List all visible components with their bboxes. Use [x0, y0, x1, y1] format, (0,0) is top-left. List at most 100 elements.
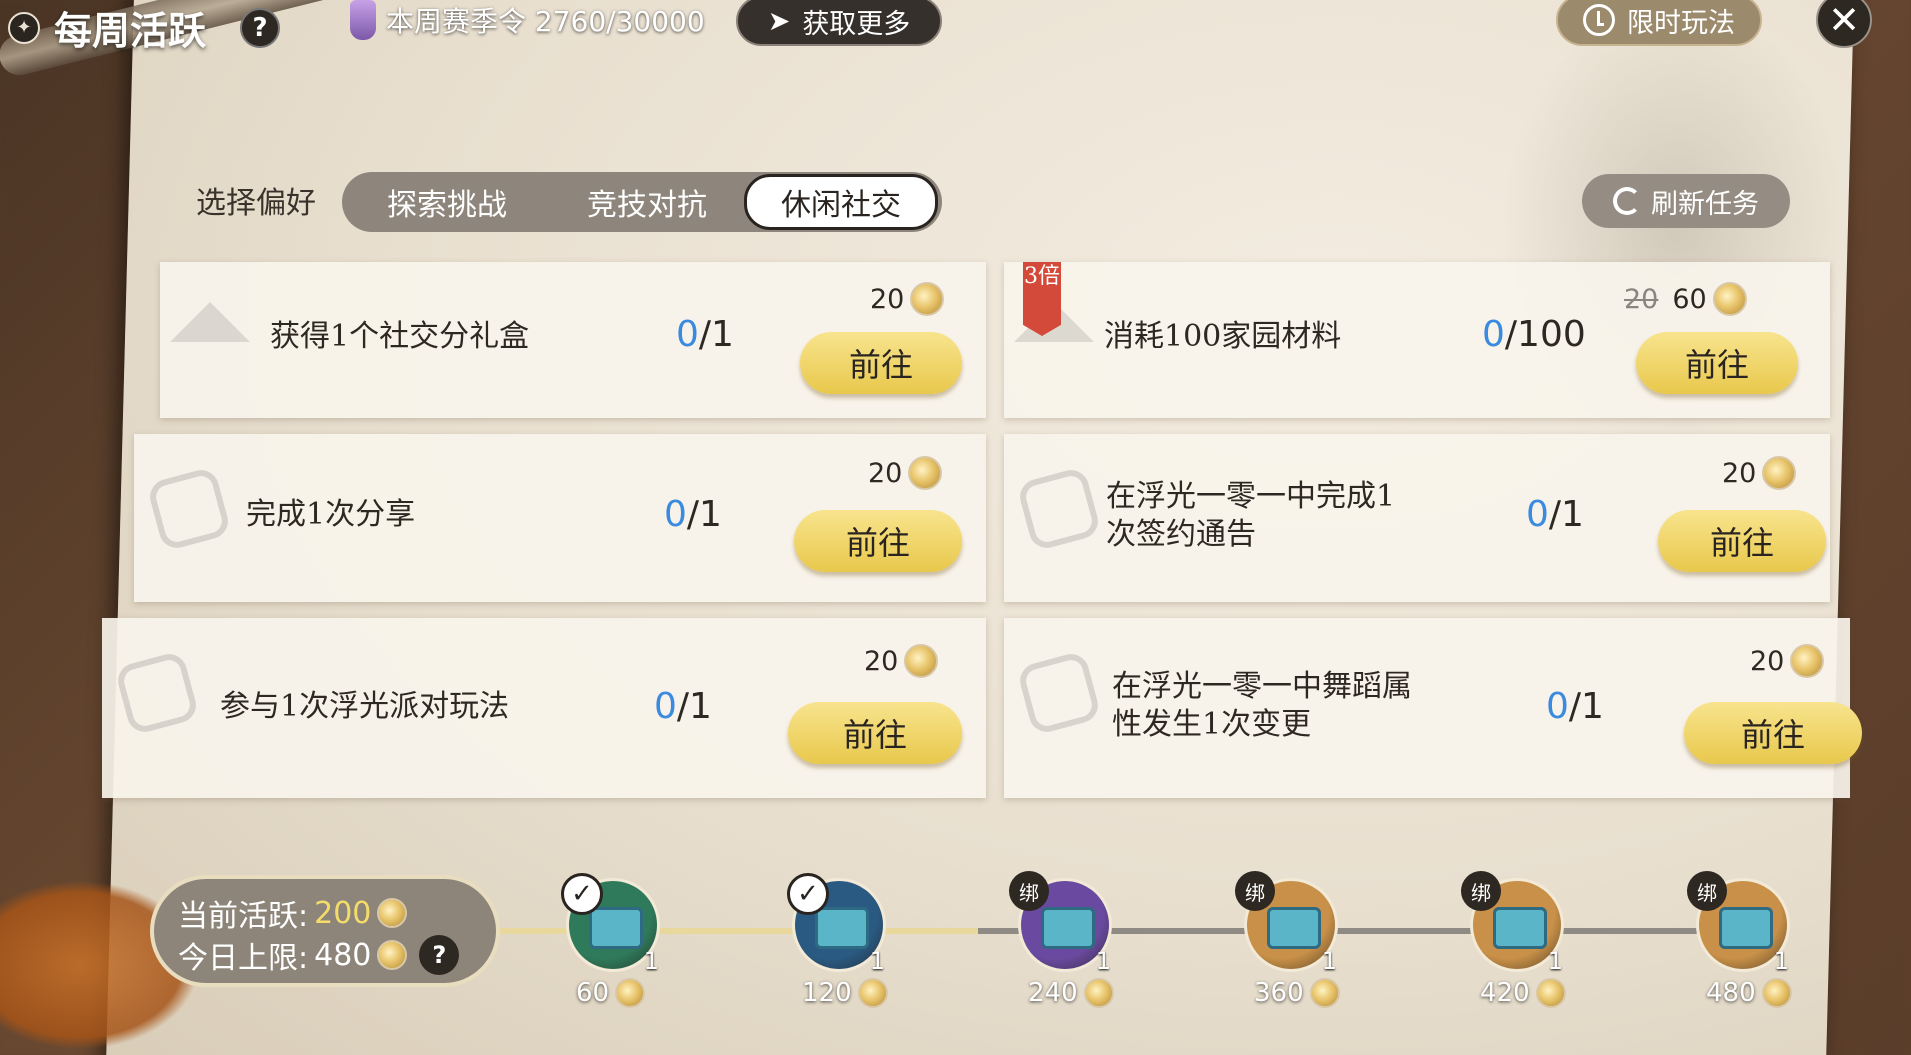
bound-badge: 绑 — [1009, 871, 1049, 911]
original-reward: 20 — [1624, 283, 1659, 315]
bound-badge: 绑 — [1235, 871, 1275, 911]
activity-coin-icon — [910, 282, 945, 316]
tab-competitive[interactable]: 竞技对抗 — [552, 176, 742, 228]
task-reward: 20 — [868, 456, 943, 490]
activity-coin-icon — [1790, 644, 1825, 678]
task-reward: 20 — [864, 644, 939, 678]
task-progress: 0/1 — [654, 686, 712, 727]
activity-coin-icon — [377, 940, 408, 970]
milestone-chest[interactable]: 1绑 — [1461, 871, 1564, 975]
activity-coin-icon — [904, 644, 939, 678]
milestone-value: 120 — [802, 978, 888, 1008]
limited-play-button[interactable]: 限时玩法 — [1556, 0, 1762, 46]
milestone-value: 60 — [576, 978, 646, 1008]
chest-count: 1 — [1095, 947, 1111, 975]
task-description: 完成1次分享 — [246, 497, 416, 532]
go-button[interactable]: 前往 — [1684, 702, 1862, 764]
help-button[interactable]: ? — [240, 7, 281, 48]
season-progress-label: 本周赛季令 2760/30000 — [386, 5, 705, 38]
task-progress: 0/1 — [664, 494, 722, 535]
milestone-value: 240 — [1028, 978, 1114, 1008]
milestone-chest[interactable]: 1 ✓ — [787, 873, 886, 975]
task-card: 消耗100家园材料 0/100 20 60 前往 — [1004, 262, 1830, 418]
activity-coin-icon — [1309, 978, 1340, 1008]
activity-coin-icon — [1762, 456, 1797, 490]
close-icon: ✕ — [1828, 0, 1860, 42]
refresh-icon — [1613, 187, 1641, 215]
dice-icon — [1016, 650, 1102, 736]
chest-count: 1 — [1321, 947, 1337, 975]
activity-coin-icon — [857, 978, 888, 1008]
pavilion-icon — [170, 302, 250, 342]
task-description: 消耗100家园材料 — [1104, 319, 1342, 354]
treasure-chest-icon — [1041, 907, 1095, 949]
dice-icon — [146, 466, 232, 552]
tab-explore[interactable]: 探索挑战 — [362, 176, 532, 228]
close-button[interactable]: ✕ — [1816, 0, 1872, 48]
task-progress: 0/100 — [1482, 314, 1586, 355]
season-token-icon — [350, 0, 376, 40]
task-progress: 0/1 — [1526, 494, 1584, 535]
task-reward: 20 — [1722, 456, 1797, 490]
milestone-chest[interactable]: 1绑 — [1009, 871, 1112, 975]
refresh-tasks-button[interactable]: 刷新任务 — [1582, 174, 1790, 228]
task-description: 在浮光一零一中完成1 次签约通告 — [1106, 479, 1396, 552]
treasure-chest-icon — [1493, 907, 1547, 949]
bound-badge: 绑 — [1687, 871, 1727, 911]
preference-label: 选择偏好 — [196, 186, 316, 221]
go-button[interactable]: 前往 — [1636, 332, 1798, 394]
clock-icon — [1583, 4, 1615, 36]
tab-social[interactable]: 休闲社交 — [744, 174, 938, 230]
milestone-chest[interactable]: 1 ✓ — [561, 873, 660, 975]
check-icon: ✓ — [561, 873, 603, 915]
limit-help-button[interactable]: ? — [419, 935, 460, 975]
task-progress: 0/1 — [1546, 686, 1604, 727]
preference-tabs: 探索挑战 竞技对抗 休闲社交 — [342, 172, 942, 232]
treasure-chest-icon — [815, 907, 869, 949]
go-button[interactable]: 前往 — [794, 510, 962, 572]
treasure-chest-icon — [1267, 907, 1321, 949]
milestone-chest[interactable]: 1绑 — [1235, 871, 1338, 975]
milestone-value: 360 — [1254, 978, 1340, 1008]
refresh-tasks-label: 刷新任务 — [1651, 188, 1759, 220]
activity-coin-icon — [1535, 978, 1566, 1008]
treasure-chest-icon — [1719, 907, 1773, 949]
activity-coin-icon — [908, 456, 943, 490]
task-description: 获得1个社交分礼盒 — [270, 319, 530, 354]
task-card: 参与1次浮光派对玩法 0/1 20 前往 — [102, 618, 986, 798]
dice-icon — [1016, 466, 1102, 552]
season-progress: 本周赛季令 2760/30000 — [350, 0, 705, 40]
activity-coin-icon — [377, 898, 408, 928]
chest-count: 1 — [1773, 947, 1789, 975]
treasure-chest-icon — [589, 907, 643, 949]
task-progress: 0/1 — [676, 314, 734, 355]
activity-coin-icon — [1712, 282, 1747, 316]
task-description: 在浮光一零一中舞蹈属 性发生1次变更 — [1112, 669, 1412, 742]
activity-summary: 当前活跃: 200 今日上限: 480 ? — [150, 875, 500, 987]
go-button[interactable]: 前往 — [1658, 510, 1826, 572]
activity-coin-icon — [1083, 978, 1114, 1008]
task-card: 完成1次分享 0/1 20 前往 — [134, 434, 986, 602]
bound-badge: 绑 — [1461, 871, 1501, 911]
page-title: 每周活跃 — [54, 8, 207, 53]
multiplier-badge: 3倍 — [1023, 262, 1061, 336]
question-icon: ? — [252, 12, 268, 43]
activity-coin-icon — [1761, 978, 1792, 1008]
go-button[interactable]: 前往 — [800, 332, 962, 394]
task-description: 参与1次浮光派对玩法 — [220, 689, 510, 724]
task-reward: 20 60 — [1624, 282, 1747, 316]
go-button[interactable]: 前往 — [788, 702, 962, 764]
task-reward: 20 — [870, 282, 945, 316]
current-activity: 当前活跃: 200 — [178, 891, 408, 935]
chevron-right-icon: ➤ — [767, 5, 791, 37]
limited-play-label: 限时玩法 — [1627, 7, 1735, 39]
milestone-value: 420 — [1480, 978, 1566, 1008]
task-card: 在浮光一零一中完成1 次签约通告 0/1 20 前往 — [1004, 434, 1830, 602]
header: ✦ 每周活跃 ? — [8, 0, 281, 55]
task-card: 在浮光一零一中舞蹈属 性发生1次变更 0/1 20 前往 — [1004, 618, 1862, 798]
get-more-button[interactable]: ➤ 获取更多 — [736, 0, 942, 46]
milestone-chest[interactable]: 1绑 — [1687, 871, 1790, 975]
compass-icon: ✦ — [8, 11, 40, 44]
task-card: 获得1个社交分礼盒 0/1 20 前往 — [160, 262, 986, 418]
activity-coin-icon — [615, 978, 646, 1008]
